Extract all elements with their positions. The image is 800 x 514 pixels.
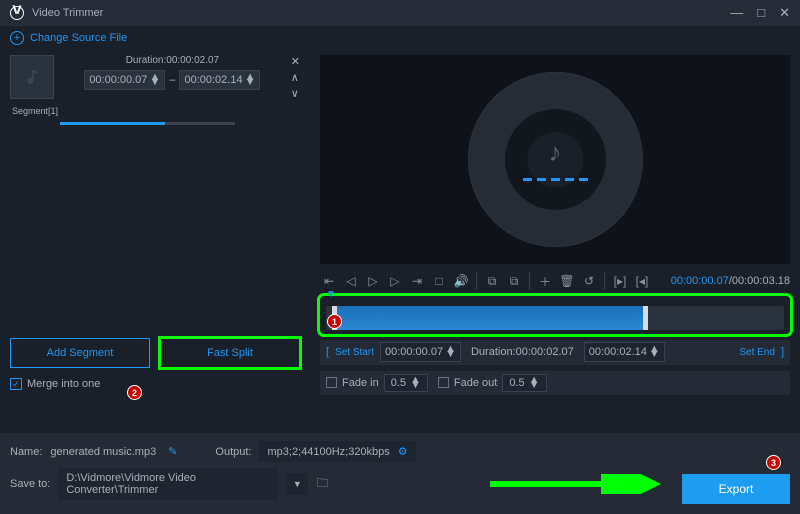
close-button[interactable]: ✕ <box>779 5 790 21</box>
trim-start-input[interactable]: 00:00:00.07▲▼ <box>380 342 461 362</box>
edit-name-icon[interactable]: ✎ <box>168 445 177 458</box>
preview-area: ♪ <box>320 55 790 264</box>
fast-split-button[interactable]: Fast Split <box>160 338 300 368</box>
current-time: 00:00:00.07 <box>671 275 729 287</box>
app-icon <box>10 6 24 20</box>
fade-in-checkbox[interactable] <box>326 377 337 388</box>
trim-duration: 00:00:02.07 <box>516 346 574 358</box>
segment-start-input[interactable]: 00:00:00.07▲▼ <box>84 70 165 90</box>
minimize-button[interactable]: — <box>730 5 743 21</box>
bottom-bar: Name: generated music.mp3 ✎ Output: mp3;… <box>0 433 800 514</box>
delete-icon[interactable]: 🗑 <box>558 272 576 290</box>
music-icon <box>23 68 41 86</box>
merge-label: Merge into one <box>27 378 100 390</box>
next-frame-icon[interactable]: ▷ <box>386 272 404 290</box>
play-icon[interactable]: ▷ <box>364 272 382 290</box>
segment-duration-label: Duration:00:00:02.07 <box>60 55 285 66</box>
segment-thumbnail[interactable] <box>10 55 54 99</box>
annotation-3: 3 <box>766 455 781 470</box>
app-title: Video Trimmer <box>32 7 103 19</box>
export-button[interactable]: Export <box>682 474 790 504</box>
paste-icon[interactable]: ⧉ <box>505 272 523 290</box>
timeline-selection[interactable] <box>332 306 648 330</box>
change-source-link[interactable]: Change Source File <box>30 32 127 44</box>
set-end-button[interactable]: Set End <box>739 347 775 358</box>
segment-name: Segment[1] <box>12 106 300 116</box>
title-bar: Video Trimmer — □ ✕ <box>0 0 800 26</box>
fade-in-label: Fade in <box>342 377 379 389</box>
audio-disc: ♪ <box>468 72 643 247</box>
add-icon[interactable]: ＋ <box>536 272 554 290</box>
name-label: Name: <box>10 446 42 458</box>
segment-up-button[interactable]: ∧ <box>291 71 300 84</box>
trim-end-input[interactable]: 00:00:02.14▲▼ <box>584 342 665 362</box>
skip-start-icon[interactable]: ⇤ <box>320 272 338 290</box>
open-folder-icon[interactable]: 🗀 <box>316 474 328 495</box>
timeline[interactable]: ▼ <box>320 296 790 334</box>
player-toolbar: ⇤ ◁ ▷ ▷ ⇥ □ 🔊 ⧉ ⧉ ＋ 🗑 ↺ [▸] [◂] 00:00:00… <box>320 270 790 292</box>
add-source-icon[interactable]: + <box>10 31 24 45</box>
save-to-label: Save to: <box>10 478 50 490</box>
annotation-1: 1 <box>327 314 342 329</box>
playhead-marker[interactable]: ▼ <box>326 289 336 300</box>
file-name: generated music.mp3 <box>50 446 156 458</box>
fade-out-input[interactable]: 0.5▲▼ <box>502 374 546 392</box>
music-note-icon: ♪ <box>549 137 562 168</box>
path-dropdown[interactable]: ▼ <box>286 473 308 495</box>
bracket-out-icon[interactable]: [◂] <box>633 272 651 290</box>
volume-icon[interactable]: 🔊 <box>452 272 470 290</box>
output-format: mp3;2;44100Hz;320kbps <box>267 446 389 458</box>
annotation-2: 2 <box>127 385 142 400</box>
annotation-arrow <box>490 474 670 494</box>
fade-out-checkbox[interactable] <box>438 377 449 388</box>
prev-frame-icon[interactable]: ◁ <box>342 272 360 290</box>
skip-end-icon[interactable]: ⇥ <box>408 272 426 290</box>
copy-icon[interactable]: ⧉ <box>483 272 501 290</box>
segment-down-button[interactable]: ∨ <box>291 87 300 100</box>
equalizer-icon <box>523 178 588 181</box>
add-segment-button[interactable]: Add Segment <box>10 338 150 368</box>
output-label: Output: <box>215 446 251 458</box>
segment-end-input[interactable]: 00:00:02.14▲▼ <box>179 70 260 90</box>
total-time: /00:00:03.18 <box>729 275 790 287</box>
segment-close-button[interactable]: ✕ <box>291 55 300 68</box>
segment-mini-track[interactable] <box>60 122 235 125</box>
stop-icon[interactable]: □ <box>430 272 448 290</box>
save-path: D:\Vidmore\Vidmore Video Converter\Trimm… <box>58 468 278 500</box>
fade-in-input[interactable]: 0.5▲▼ <box>384 374 428 392</box>
undo-icon[interactable]: ↺ <box>580 272 598 290</box>
merge-checkbox[interactable]: ✓ <box>10 378 22 390</box>
bracket-in-icon[interactable]: [▸] <box>611 272 629 290</box>
settings-icon[interactable]: ⚙ <box>398 445 408 458</box>
segment-panel: Duration:00:00:02.07 00:00:00.07▲▼ – 00:… <box>0 50 310 400</box>
maximize-button[interactable]: □ <box>757 5 765 21</box>
set-start-button[interactable]: Set Start <box>335 347 374 358</box>
fade-out-label: Fade out <box>454 377 497 389</box>
